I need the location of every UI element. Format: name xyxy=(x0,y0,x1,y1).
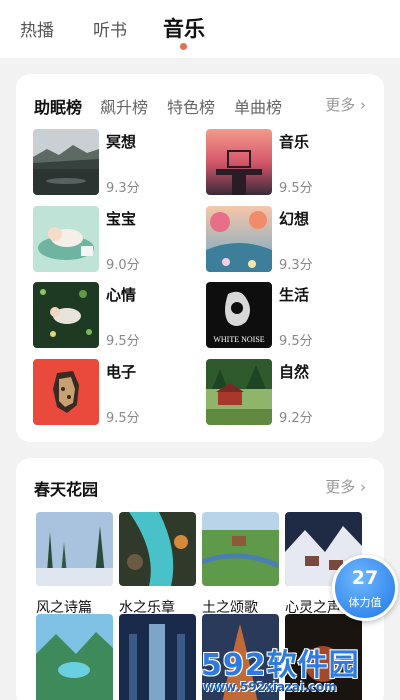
list-item-baby[interactable]: 宝宝 9.0分 xyxy=(33,206,201,273)
tab-rising-chart[interactable]: 飙升榜 xyxy=(100,94,148,118)
chevron-right-icon: › xyxy=(360,96,366,114)
item-name: 冥想 xyxy=(106,133,137,151)
list-item-music[interactable]: 音乐 9.5分 xyxy=(206,129,374,196)
item-score: 9.5分 xyxy=(106,334,140,349)
thumbnail-image xyxy=(206,129,272,195)
thumbnail-image: WHITE NOISE xyxy=(206,282,272,348)
tab-single-chart[interactable]: 单曲榜 xyxy=(234,94,282,118)
thumbnail-image xyxy=(206,359,272,425)
stamina-label: 体力值 xyxy=(348,596,382,609)
tab-sleep-chart[interactable]: 助眠榜 xyxy=(34,94,82,118)
list-item-mood[interactable]: 心情 9.5分 xyxy=(33,282,201,349)
stamina-badge[interactable]: 27 体力值 xyxy=(332,555,398,621)
item-name: 生活 xyxy=(279,286,310,304)
stamina-value: 27 xyxy=(351,567,379,589)
item-name: 自然 xyxy=(279,363,310,381)
thumb-caption: WHITE NOISE xyxy=(213,335,264,344)
album-tile-6[interactable] xyxy=(119,614,196,700)
item-name: 音乐 xyxy=(279,133,310,151)
active-tab-indicator xyxy=(180,43,187,50)
item-score: 9.3分 xyxy=(106,181,140,196)
item-score: 9.3分 xyxy=(279,258,313,273)
list-item-life[interactable]: WHITE NOISE 生活 9.5分 xyxy=(206,282,374,349)
item-score: 9.5分 xyxy=(106,411,140,426)
album-tile-5[interactable] xyxy=(36,614,113,700)
album-tile-2[interactable] xyxy=(119,512,196,586)
thumbnail-image xyxy=(33,129,99,195)
item-name: 宝宝 xyxy=(106,210,137,228)
more-label: 更多 xyxy=(325,478,356,496)
ranking-card: 助眠榜 飙升榜 特色榜 单曲榜 更多 › 冥想 9.3分 音乐 9.5分 宝宝 … xyxy=(16,74,384,442)
watermark-brand: 592软件园 xyxy=(201,648,360,683)
more-label: 更多 xyxy=(325,96,356,114)
watermark-url: www.592xiazai.com xyxy=(203,680,337,694)
site-watermark: 592软件园 www.592xiazai.com xyxy=(195,640,400,700)
thumbnail-image xyxy=(206,206,272,272)
item-score: 9.2分 xyxy=(279,411,313,426)
tab-featured-chart[interactable]: 特色榜 xyxy=(167,94,215,118)
item-name: 幻想 xyxy=(279,210,310,228)
chevron-right-icon: › xyxy=(360,478,366,496)
section-title: 春天花园 xyxy=(34,480,99,499)
item-name: 电子 xyxy=(106,363,137,381)
ranking-more-link[interactable]: 更多 › xyxy=(325,94,366,115)
item-score: 9.5分 xyxy=(279,334,313,349)
thumbnail-image xyxy=(33,359,99,425)
tab-music[interactable]: 音乐 xyxy=(163,13,205,43)
album-tile-1[interactable] xyxy=(36,512,113,586)
item-score: 9.0分 xyxy=(106,258,140,273)
tab-audiobook[interactable]: 听书 xyxy=(93,16,127,41)
thumbnail-image xyxy=(33,206,99,272)
list-item-electronic[interactable]: 电子 9.5分 xyxy=(33,359,201,426)
thumbnail-image xyxy=(33,282,99,348)
item-score: 9.5分 xyxy=(279,181,313,196)
list-item-nature[interactable]: 自然 9.2分 xyxy=(206,359,374,426)
list-item-fantasy[interactable]: 幻想 9.3分 xyxy=(206,206,374,273)
album-tile-3[interactable] xyxy=(202,512,279,586)
tab-hot[interactable]: 热播 xyxy=(20,16,54,41)
list-item-meditation[interactable]: 冥想 9.3分 xyxy=(33,129,201,196)
item-name: 心情 xyxy=(106,286,137,304)
top-tab-bar: 热播 听书 音乐 xyxy=(0,0,400,58)
spring-more-link[interactable]: 更多 › xyxy=(325,476,366,497)
